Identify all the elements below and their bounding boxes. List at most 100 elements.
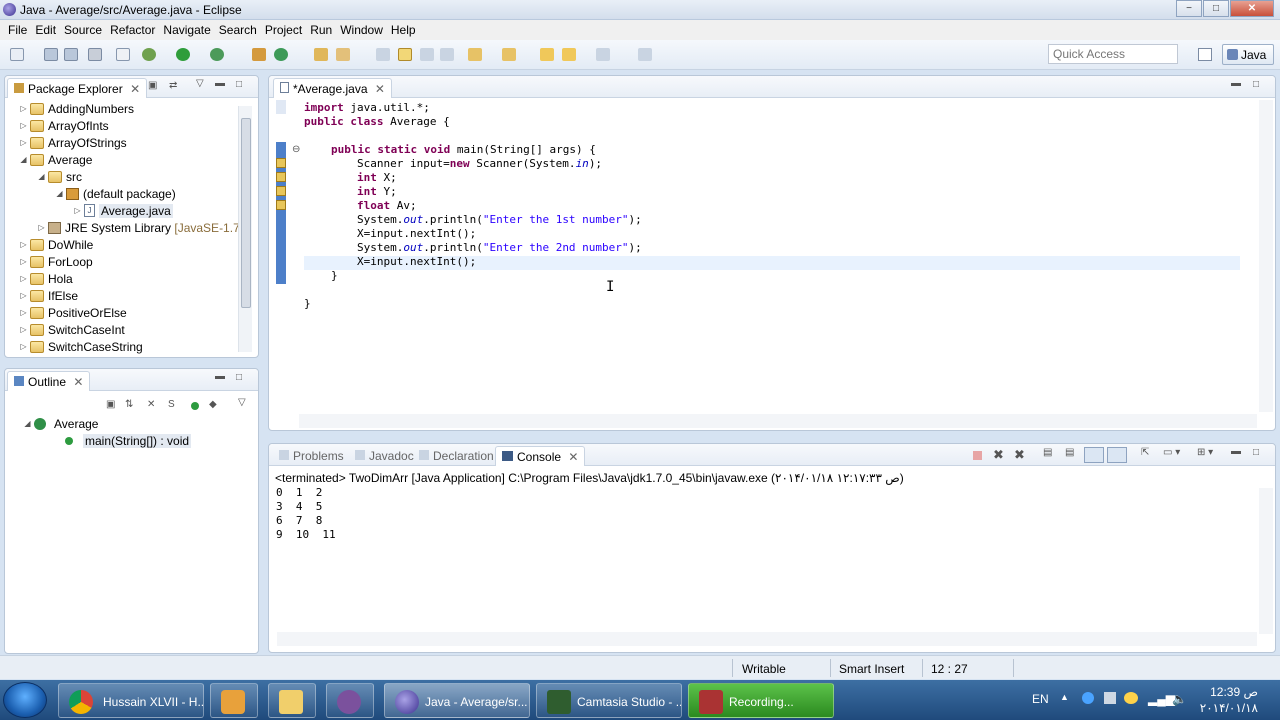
new-java-class-icon[interactable]	[274, 48, 288, 61]
remove-all-launches-icon[interactable]: ✖	[1014, 447, 1025, 463]
tree-item-default-package[interactable]: ◢ (default package)	[55, 185, 175, 202]
java-perspective-button[interactable]: Java	[1222, 44, 1274, 65]
menu-file[interactable]: File	[8, 23, 27, 37]
warning-marker-icon[interactable]	[276, 172, 286, 182]
minimize-view-icon[interactable]: ▬	[215, 371, 225, 382]
close-tab-icon[interactable]: ✕	[375, 82, 385, 96]
taskbar-chrome[interactable]: Hussain XLVII - H...	[58, 683, 204, 718]
menu-search[interactable]: Search	[219, 23, 257, 37]
show-on-output-icon[interactable]	[1084, 447, 1104, 463]
sort-icon[interactable]: ⇅	[125, 399, 133, 410]
maximize-view-icon[interactable]: □	[1253, 79, 1259, 90]
debug-icon[interactable]	[142, 48, 156, 61]
skip-breakpoints-icon[interactable]	[116, 48, 130, 61]
link-with-editor-icon[interactable]: ⇄	[169, 80, 177, 91]
open-perspective-icon[interactable]	[1198, 48, 1212, 61]
hide-nonpublic-icon[interactable]	[191, 402, 199, 410]
signal-icon[interactable]: ▂▄▆	[1148, 692, 1175, 706]
editor-scrollbar-horizontal[interactable]	[299, 414, 1257, 428]
outline-item-method[interactable]: main(String[]) : void	[65, 432, 192, 449]
collapse-all-icon[interactable]: ▣	[148, 80, 157, 91]
tree-item-average[interactable]: ◢ Average	[19, 151, 92, 168]
warning-marker-icon[interactable]	[276, 200, 286, 210]
clear-console-icon[interactable]: ▤	[1043, 447, 1052, 458]
tab-package-explorer[interactable]: Package Explorer ✕	[7, 78, 148, 98]
back-icon[interactable]	[562, 48, 576, 61]
tab-javadoc[interactable]: Javadoc	[349, 446, 420, 466]
tree-item-switchcaseint[interactable]: ▷ SwitchCaseInt	[19, 321, 124, 338]
taskbar-eclipse[interactable]: Java - Average/sr...	[384, 683, 530, 718]
system-clock[interactable]: 12:39 ص ۲۰۱۴/۰۱/۱۸	[1196, 684, 1258, 716]
close-tab-icon[interactable]: ✕	[568, 450, 578, 464]
tab-problems[interactable]: Problems	[273, 446, 350, 466]
view-menu-icon[interactable]: ▽	[196, 78, 204, 89]
pin-console-icon[interactable]: ⇱	[1141, 447, 1149, 458]
annotation-icon[interactable]	[376, 48, 390, 61]
tree-item-positiveorelse[interactable]: ▷ PositiveOrElse	[19, 304, 126, 321]
hide-static-icon[interactable]: S	[168, 399, 175, 410]
collapse-all-icon[interactable]: ▣	[106, 399, 115, 410]
coverage-icon[interactable]	[210, 48, 224, 61]
taskbar-explorer[interactable]	[268, 683, 316, 718]
maximize-view-icon[interactable]: □	[1253, 447, 1259, 458]
open-type-icon[interactable]	[314, 48, 328, 61]
package-explorer-scrollbar[interactable]	[238, 106, 252, 352]
show-hidden-icons-icon[interactable]: ▲	[1060, 692, 1069, 702]
next-annotation-icon[interactable]	[468, 48, 482, 61]
outline-item-class[interactable]: ◢ Average	[23, 415, 98, 432]
last-edit-icon[interactable]	[540, 48, 554, 61]
editor-scrollbar-vertical[interactable]	[1259, 100, 1273, 412]
view-menu-icon[interactable]: ▽	[238, 397, 246, 408]
tree-item-arrayofstrings[interactable]: ▷ ArrayOfStrings	[19, 134, 126, 151]
hide-fields-icon[interactable]: ✕	[147, 399, 155, 410]
show-on-error-icon[interactable]	[1107, 447, 1127, 463]
close-button[interactable]: ✕	[1230, 0, 1274, 17]
save-icon[interactable]	[44, 48, 58, 61]
tree-item-arrayofints[interactable]: ▷ ArrayOfInts	[19, 117, 108, 134]
menu-run[interactable]: Run	[310, 23, 332, 37]
prev-annotation-icon[interactable]	[502, 48, 516, 61]
scroll-lock-icon[interactable]: ▤	[1065, 447, 1074, 458]
search-icon[interactable]	[336, 48, 350, 61]
close-tab-icon[interactable]: ✕	[130, 82, 140, 96]
new-icon[interactable]	[10, 48, 24, 61]
toggle-mark-occurrences-icon[interactable]	[398, 48, 412, 61]
new-java-package-icon[interactable]	[252, 48, 266, 61]
print-icon[interactable]	[88, 48, 102, 61]
fold-icon[interactable]: ⊖	[292, 144, 300, 155]
remove-launch-icon[interactable]: ✖	[993, 447, 1004, 463]
tree-item-jre-library[interactable]: ▷ JRE System Library [JavaSE-1.7]	[37, 219, 243, 236]
menu-window[interactable]: Window	[340, 23, 383, 37]
action-center-icon[interactable]	[1104, 692, 1116, 704]
show-whitespace-icon[interactable]	[440, 48, 454, 61]
warning-marker-icon[interactable]	[276, 158, 286, 168]
open-console-icon[interactable]: ⊞ ▾	[1197, 447, 1213, 458]
tree-item-hola[interactable]: ▷ Hola	[19, 270, 72, 287]
tree-item-addingnumbers[interactable]: ▷ AddingNumbers	[19, 100, 134, 117]
minimize-view-icon[interactable]: ▬	[215, 78, 225, 89]
menu-edit[interactable]: Edit	[35, 23, 56, 37]
minimize-view-icon[interactable]: ▬	[1231, 446, 1241, 457]
toggle-block-selection-icon[interactable]	[420, 48, 434, 61]
menu-refactor[interactable]: Refactor	[110, 23, 155, 37]
close-tab-icon[interactable]: ✕	[73, 375, 83, 389]
quick-access-input[interactable]: Quick Access	[1048, 44, 1178, 64]
menu-project[interactable]: Project	[265, 23, 302, 37]
warning-marker-icon[interactable]	[276, 186, 286, 196]
tab-declaration[interactable]: Declaration	[413, 446, 500, 466]
language-indicator[interactable]: EN	[1032, 692, 1049, 706]
tree-item-forloop[interactable]: ▷ ForLoop	[19, 253, 92, 270]
volume-icon[interactable]: 🔈	[1172, 692, 1187, 706]
minimize-view-icon[interactable]: ▬	[1231, 78, 1241, 89]
maximize-button[interactable]: □	[1203, 0, 1229, 17]
taskbar-viber[interactable]	[326, 683, 374, 718]
tree-item-average-java[interactable]: ▷ J Average.java	[73, 202, 173, 219]
network-icon[interactable]	[1124, 692, 1138, 704]
tree-item-src[interactable]: ◢ src	[37, 168, 82, 185]
tab-console[interactable]: Console ✕	[495, 446, 586, 466]
minimize-button[interactable]: −	[1176, 0, 1202, 17]
menu-help[interactable]: Help	[391, 23, 416, 37]
scrollbar-thumb[interactable]	[241, 118, 251, 308]
hide-local-types-icon[interactable]: ◆	[209, 399, 217, 410]
bluetooth-icon[interactable]	[1082, 692, 1094, 704]
